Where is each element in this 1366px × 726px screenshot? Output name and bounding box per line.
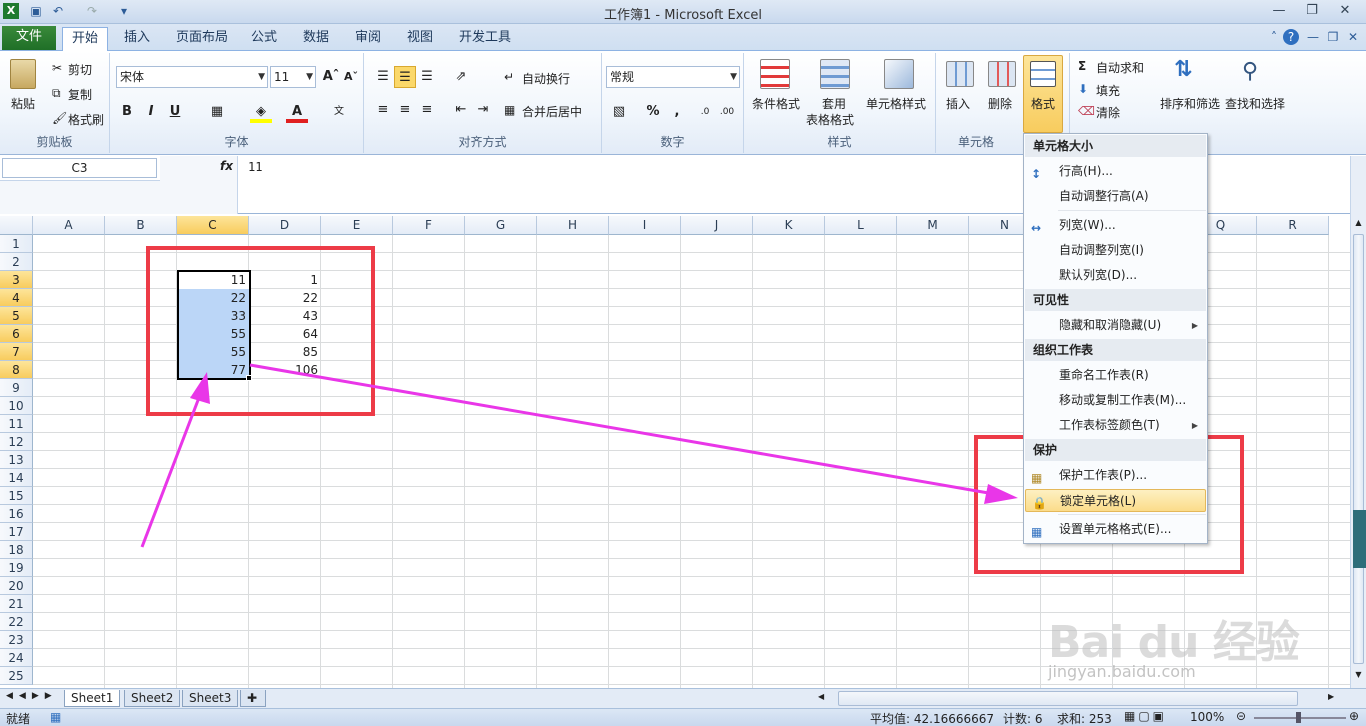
status-bar: 就绪 ▦ 平均值: 42.16666667 计数: 6 求和: 253 ▦▢▣ … <box>0 708 1366 726</box>
arrow-to-lock-line <box>249 363 1001 497</box>
watermark-brand: Bai du 经验 <box>1048 617 1300 668</box>
hscroll-thumb[interactable] <box>838 691 1298 706</box>
menu-separator <box>1058 210 1206 211</box>
macro-record-icon[interactable]: ▦ <box>50 710 61 724</box>
lock-icon: 🔒 <box>1032 496 1047 510</box>
view-buttons-icon[interactable]: ▦▢▣ <box>1124 709 1167 723</box>
sheet-tab-3[interactable]: Sheet3 <box>182 690 239 707</box>
status-ready: 就绪 <box>6 712 31 726</box>
zoom-slider-thumb[interactable] <box>1296 712 1301 723</box>
menu-header-organize: 组织工作表 <box>1025 339 1206 361</box>
status-count: 计数: 6 <box>1003 712 1043 726</box>
hscroll-left-icon[interactable]: ◀ <box>818 692 824 701</box>
menu-row-height[interactable]: ↕ 行高(H)... <box>1025 160 1206 183</box>
protect-sheet-icon: ▦ <box>1031 471 1043 485</box>
menu-hide-unhide[interactable]: 隐藏和取消隐藏(U) ▶ <box>1025 314 1206 337</box>
scroll-down-icon[interactable]: ▼ <box>1353 670 1364 680</box>
menu-col-width[interactable]: ↔ 列宽(W)... <box>1025 214 1206 237</box>
vertical-scrollbar[interactable]: ▲ ▼ <box>1350 156 1366 688</box>
sheet-tab-1[interactable]: Sheet1 <box>64 690 121 707</box>
vscroll-thumb[interactable] <box>1353 234 1364 664</box>
status-average: 平均值: 42.16666667 <box>870 712 995 726</box>
arrow-up-head <box>190 372 210 404</box>
arrow-up-line <box>140 394 202 548</box>
menu-header-protection: 保护 <box>1025 439 1206 461</box>
menu-format-cells[interactable]: ▦ 设置单元格格式(E)... <box>1025 518 1206 541</box>
format-dropdown-menu: 单元格大小 ↕ 行高(H)... 自动调整行高(A) ↔ 列宽(W)... 自动调整… <box>1023 133 1208 544</box>
submenu-arrow-icon: ▶ <box>1191 321 1198 330</box>
menu-header-cell-size: 单元格大小 <box>1025 135 1206 157</box>
zoom-level[interactable]: 100% <box>1190 710 1224 724</box>
menu-header-visibility: 可见性 <box>1025 289 1206 311</box>
menu-move-copy-sheet[interactable]: 移动或复制工作表(M)... <box>1025 389 1206 412</box>
sheet-nav-icons[interactable]: ◀◀▶▶ <box>6 691 58 701</box>
menu-protect-sheet[interactable]: ▦ 保护工作表(P)... <box>1025 464 1206 487</box>
zoom-in-icon[interactable]: ⊕ <box>1349 709 1359 723</box>
menu-tab-color[interactable]: 工作表标签颜色(T) ▶ <box>1025 414 1206 437</box>
watermark-url: jingyan.baidu.com <box>1048 662 1196 681</box>
sheet-tab-bar: ◀◀▶▶ Sheet1 Sheet2 Sheet3 ✚ ◀ ▶ <box>0 688 1366 708</box>
menu-lock-cell[interactable]: 🔒 锁定单元格(L) <box>1025 489 1206 512</box>
vscroll-decoration <box>1353 510 1366 568</box>
row-height-icon: ↕ <box>1031 167 1042 181</box>
format-cells-menu-icon: ▦ <box>1031 525 1043 539</box>
status-sum: 求和: 253 <box>1057 712 1112 726</box>
hscroll-right-icon[interactable]: ▶ <box>1328 692 1334 701</box>
zoom-out-icon[interactable]: ⊝ <box>1236 709 1246 723</box>
sheet-tab-2[interactable]: Sheet2 <box>124 690 181 707</box>
insert-sheet-icon[interactable]: ✚ <box>240 690 266 707</box>
arrow-to-lock-head <box>984 484 1018 504</box>
scroll-up-icon[interactable]: ▲ <box>1353 218 1364 228</box>
menu-default-width[interactable]: 默认列宽(D)... <box>1025 264 1206 287</box>
menu-rename-sheet[interactable]: 重命名工作表(R) <box>1025 364 1206 387</box>
menu-separator <box>1058 514 1206 515</box>
submenu-arrow-icon: ▶ <box>1191 421 1198 430</box>
col-width-icon: ↔ <box>1031 221 1042 235</box>
menu-autofit-row[interactable]: 自动调整行高(A) <box>1025 185 1206 208</box>
menu-autofit-col[interactable]: 自动调整列宽(I) <box>1025 239 1206 262</box>
